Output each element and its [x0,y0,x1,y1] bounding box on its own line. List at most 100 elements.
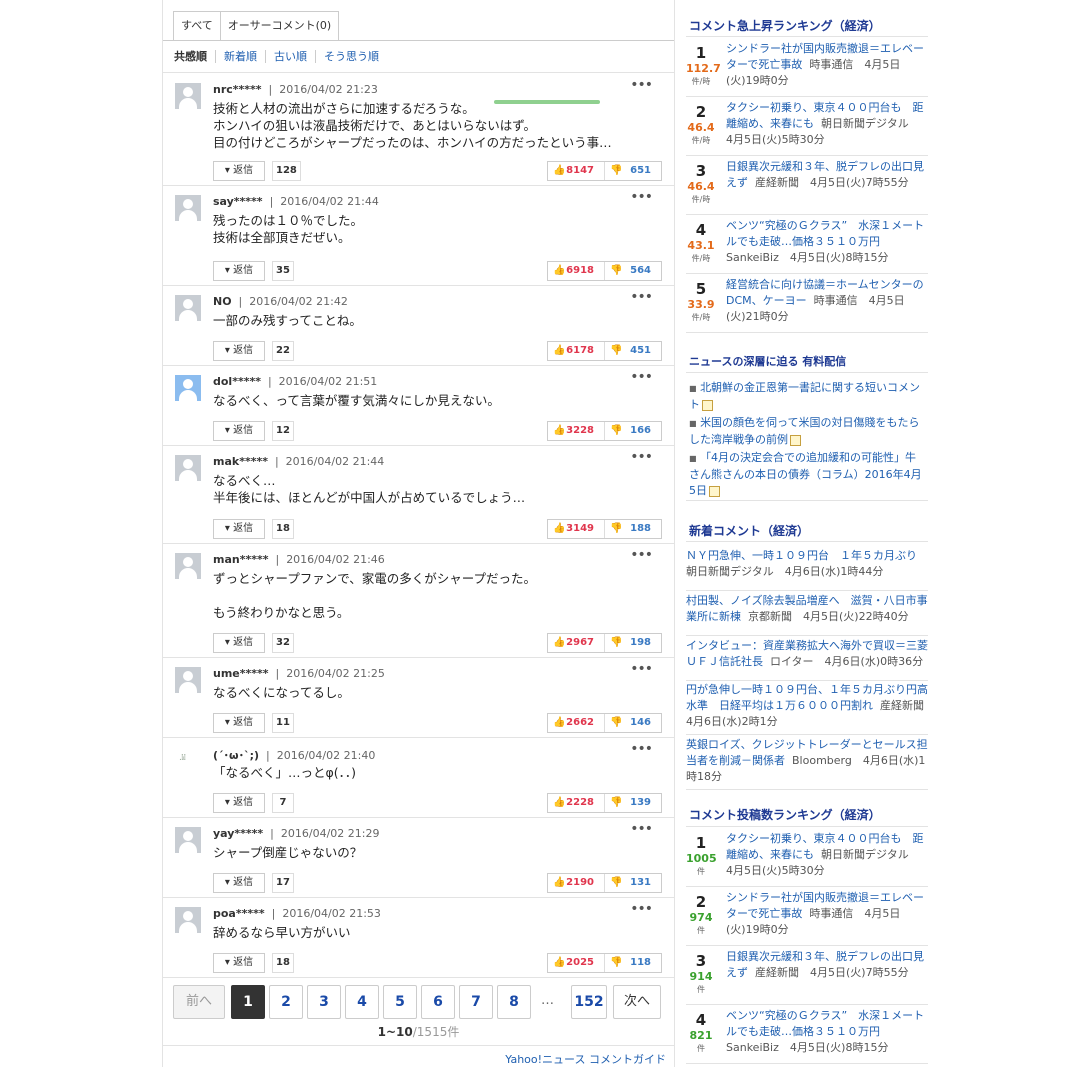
comment-user[interactable]: say***** [213,195,263,208]
new-comment-item[interactable]: ＮＹ円急伸、一時１０９円台 １年５カ月ぶり 朝日新聞デジタル 4月6日(水)1時… [686,548,928,591]
surge-ranking-item[interactable]: 1 112.7 件/時 シンドラー社が国内販売撤退＝エレベーターで死亡事故 時事… [686,38,928,97]
page-7-button[interactable]: 7 [459,985,493,1019]
more-options-icon[interactable]: ••• [630,821,653,837]
thumbs-down-icon: 👎 [610,717,623,728]
reply-toggle-button[interactable]: ▾ 返信 [213,421,265,441]
rank-text: 日銀異次元緩和３年、脱デフレの出口見えず 産経新聞 4月5日(火)7時55分 [726,159,926,191]
comment-user[interactable]: poa***** [213,907,265,920]
reply-toggle-button[interactable]: ▾ 返信 [213,161,265,181]
disagree-button[interactable]: 👎 146 [605,714,661,732]
more-options-icon[interactable]: ••• [630,289,653,305]
reply-toggle-button[interactable]: ▾ 返信 [213,341,265,361]
post-ranking-item[interactable]: 4 821 件 ベンツ“究極のＧクラス” 水深１メートルでも走破…価格３５１０万… [686,1005,928,1064]
comment-user[interactable]: man***** [213,553,268,566]
comment-user[interactable]: mak***** [213,455,268,468]
comment-user[interactable]: nrc***** [213,83,262,96]
article-link[interactable]: ベンツ“究極のＧクラス” 水深１メートルでも走破…価格３５１０万円 [726,1009,924,1038]
paid-article-link[interactable]: 米国の顔色を伺って米国の対日傷賤をもたらした湾岸戦争の前例 [689,416,920,446]
more-options-icon[interactable]: ••• [630,369,653,385]
agree-button[interactable]: 👍 2662 [548,714,605,732]
new-comment-item[interactable]: 英銀ロイズ、クレジットトレーダーとセールス担当者を削減－関係者 Bloomber… [686,737,928,790]
comment-user[interactable]: yay***** [213,827,263,840]
disagree-button[interactable]: 👎 651 [605,162,661,180]
sort-empathy[interactable]: 共感順 [174,50,215,63]
agree-button[interactable]: 👍 3149 [548,520,605,538]
article-link[interactable]: ＮＹ円急伸、一時１０９円台 １年５カ月ぶり [686,549,917,562]
article-link[interactable]: ベンツ“究極のＧクラス” 水深１メートルでも走破…価格３５１０万円 [726,219,924,248]
disagree-button[interactable]: 👎 198 [605,634,661,652]
post-ranking-item[interactable]: 2 974 件 シンドラー社が国内販売撤退＝エレベーターで死亡事故 時事通信 4… [686,887,928,946]
disagree-button[interactable]: 👎 139 [605,794,661,812]
agree-button[interactable]: 👍 2967 [548,634,605,652]
more-options-icon[interactable]: ••• [630,661,653,677]
surge-ranking-item[interactable]: 2 46.4 件/時 タクシー初乗り、東京４００円台も 距離縮め、来春にも 朝日… [686,97,928,156]
more-options-icon[interactable]: ••• [630,547,653,563]
tab-author-comments[interactable]: オーサーコメント(0) [219,11,340,40]
disagree-button[interactable]: 👎 564 [605,262,661,280]
more-options-icon[interactable]: ••• [630,189,653,205]
tab-all[interactable]: すべて [173,11,221,40]
page-6-button[interactable]: 6 [421,985,455,1019]
page-5-button[interactable]: 5 [383,985,417,1019]
reply-toggle-button[interactable]: ▾ 返信 [213,519,265,539]
page-4-button[interactable]: 4 [345,985,379,1019]
disagree-button[interactable]: 👎 166 [605,422,661,440]
comment-user[interactable]: dol***** [213,375,261,388]
paid-icon [709,485,720,497]
agree-button[interactable]: 👍 3228 [548,422,605,440]
more-options-icon[interactable]: ••• [630,901,653,917]
sort-agree[interactable]: そう思う順 [315,50,387,63]
post-ranking-item[interactable]: 3 914 件 日銀異次元緩和３年、脱デフレの出口見えず 産経新聞 4月5日(火… [686,946,928,1005]
paid-article-link[interactable]: 北朝鮮の金正恩第一書記に関する短いコメント [689,381,920,411]
agree-button[interactable]: 👍 2025 [548,954,605,972]
reply-toggle-button[interactable]: ▾ 返信 [213,261,265,281]
post-ranking-item[interactable]: 1 1005 件 タクシー初乗り、東京４００円台も 距離縮め、来春にも 朝日新聞… [686,828,928,887]
reply-toggle-button[interactable]: ▾ 返信 [213,633,265,653]
paid-article-item[interactable]: ■ 「4月の決定会合での追加緩和の可能性」牛さん熊さんの本日の債券（コラム）20… [689,450,925,499]
agree-button[interactable]: 👍 6178 [548,342,605,360]
reply-toggle-button[interactable]: ▾ 返信 [213,953,265,973]
page-3-button[interactable]: 3 [307,985,341,1019]
reply-toggle-button[interactable]: ▾ 返信 [213,713,265,733]
surge-ranking-item[interactable]: 3 46.4 件/時 日銀異次元緩和３年、脱デフレの出口見えず 産経新聞 4月5… [686,156,928,215]
more-options-icon[interactable]: ••• [630,77,653,93]
agree-button[interactable]: 👍 2190 [548,874,605,892]
comment-user[interactable]: NO [213,295,232,308]
comment-text: なるべくになってるし。 [213,685,350,700]
thumbs-down-icon: 👎 [610,165,623,176]
reply-toggle-button[interactable]: ▾ 返信 [213,793,265,813]
sort-oldest[interactable]: 古い順 [265,50,315,63]
page-last-button[interactable]: 152 [571,985,607,1019]
comment-user[interactable]: (´･ω･`;) [213,749,259,762]
disagree-button[interactable]: 👎 118 [605,954,661,972]
rank-unit: 件/時 [691,77,711,86]
comment-guide-link[interactable]: Yahoo!ニュース コメントガイド [505,1051,666,1067]
page-1-button[interactable]: 1 [231,985,265,1019]
page-2-button[interactable]: 2 [269,985,303,1019]
surge-ranking-item[interactable]: 4 43.1 件/時 ベンツ“究極のＧクラス” 水深１メートルでも走破…価格３５… [686,215,928,274]
sort-newest[interactable]: 新着順 [215,50,265,63]
disagree-button[interactable]: 👎 451 [605,342,661,360]
paid-article-link[interactable]: 「4月の決定会合での追加緩和の可能性」牛さん熊さんの本日の債券（コラム）2016… [689,451,922,497]
page-8-button[interactable]: 8 [497,985,531,1019]
reply-toggle-button[interactable]: ▾ 返信 [213,873,265,893]
prev-page-button[interactable]: 前へ [173,985,225,1019]
next-page-button[interactable]: 次へ [613,985,661,1019]
surge-ranking-item[interactable]: 5 33.9 件/時 経営統合に向け協議＝ホームセンターのDCM、ケーヨー 時事… [686,274,928,333]
more-options-icon[interactable]: ••• [630,741,653,757]
disagree-button[interactable]: 👎 131 [605,874,661,892]
new-comment-item[interactable]: インタビュー：資産業務拡大へ海外で買収＝三菱ＵＦＪ信託社長 ロイター 4月6日(… [686,638,928,681]
new-comment-item[interactable]: 村田製、ノイズ除去製品増産へ 滋賀・八日市事業所に新棟 京都新聞 4月5日(火)… [686,593,928,636]
paid-article-item[interactable]: ■ 北朝鮮の金正恩第一書記に関する短いコメント [689,380,925,413]
rank-unit: 件 [697,926,705,935]
agree-button[interactable]: 👍 8147 [548,162,605,180]
disagree-button[interactable]: 👎 188 [605,520,661,538]
comment-user[interactable]: ume***** [213,667,269,680]
comment-header: yay***** | 2016/04/02 21:29 [213,827,380,840]
agree-button[interactable]: 👍 6918 [548,262,605,280]
result-range: 1~10 [377,1025,413,1039]
paid-article-item[interactable]: ■ 米国の顔色を伺って米国の対日傷賤をもたらした湾岸戦争の前例 [689,415,925,448]
agree-button[interactable]: 👍 2228 [548,794,605,812]
new-comment-item[interactable]: 円が急伸し一時１０９円台、１年５カ月ぶり円高水準 日経平均は１万６０００円割れ … [686,682,935,735]
more-options-icon[interactable]: ••• [630,449,653,465]
